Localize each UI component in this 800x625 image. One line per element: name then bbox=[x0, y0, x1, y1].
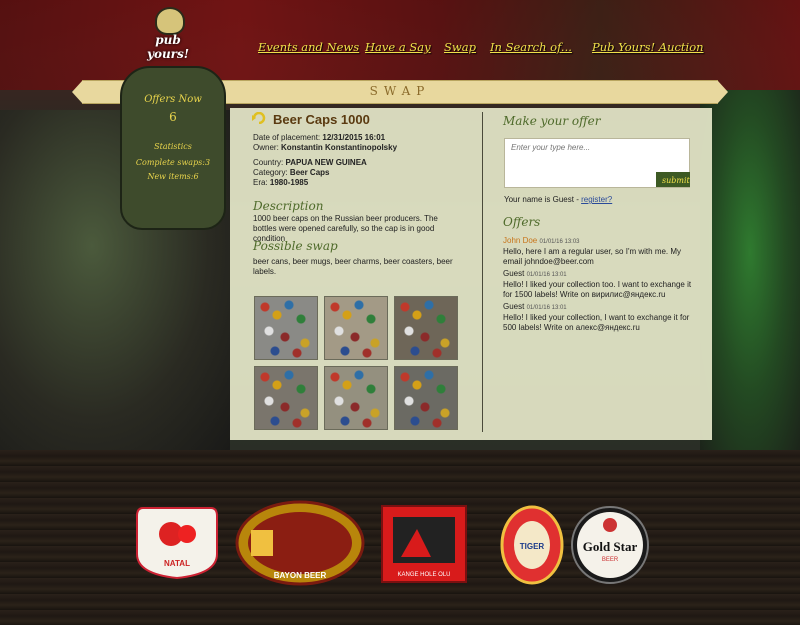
submit-button[interactable]: submit bbox=[656, 172, 690, 187]
era-value: 1980-1985 bbox=[269, 178, 309, 187]
offer-item: Guest 01/01/16 13:01 Hello! I liked your… bbox=[503, 302, 699, 333]
logo-text: pub yours! bbox=[146, 33, 190, 61]
natal-badge[interactable]: NATAL bbox=[135, 504, 219, 580]
complete-swaps: Complete swaps:3 bbox=[135, 158, 211, 167]
goldstar-text: Gold Star bbox=[583, 539, 638, 554]
era-line: Era: 1980-1985 bbox=[253, 178, 308, 188]
owner-value: Konstantin Konstantinopolsky bbox=[281, 143, 398, 152]
bayon-text: BAYON BEER bbox=[274, 571, 327, 580]
owner-line: Owner: Konstantin Konstantinopolsky bbox=[253, 143, 397, 153]
nav-swap[interactable]: Swap bbox=[444, 40, 476, 54]
statistics-label: Statistics bbox=[154, 142, 192, 151]
panel-divider bbox=[482, 112, 483, 432]
site-logo[interactable]: pub yours! bbox=[135, 5, 201, 61]
date-label: Date of placement: bbox=[253, 133, 321, 142]
stats-box: Offers Now 6 Statistics Complete swaps:3… bbox=[120, 66, 226, 230]
guest-line: Your name is Guest - register? bbox=[504, 195, 612, 205]
category-label: Category: bbox=[253, 168, 288, 177]
offer-author: John Doe bbox=[503, 236, 538, 245]
beer-mug-icon bbox=[155, 7, 185, 35]
register-link[interactable]: register? bbox=[581, 195, 612, 204]
offer-text: Hello! I liked your collection, I want t… bbox=[503, 313, 690, 332]
item-title: Beer Caps 1000 bbox=[273, 112, 370, 127]
country-value: PAPUA NEW GUINEA bbox=[285, 158, 367, 167]
nav-have-a-say[interactable]: Have a Say bbox=[365, 40, 431, 54]
offer-item: Guest 01/01/16 13:01 Hello! I liked your… bbox=[503, 269, 699, 300]
crowd-right bbox=[700, 90, 800, 450]
item-photo-thumbnail[interactable] bbox=[324, 366, 388, 430]
category-line: Category: Beer Caps bbox=[253, 168, 330, 178]
nav-in-search-of[interactable]: In Search of... bbox=[490, 40, 572, 54]
description-heading: Description bbox=[253, 199, 324, 213]
tiger-text: TIGER bbox=[520, 542, 545, 551]
guest-text: Your name is Guest - bbox=[504, 195, 579, 204]
kange-badge[interactable]: KANGE HOLE OLU bbox=[381, 505, 467, 583]
offer-time: 01/01/16 13:01 bbox=[526, 305, 567, 311]
date-line: Date of placement: 12/31/2015 16:01 bbox=[253, 133, 385, 143]
country-label: Country: bbox=[253, 158, 284, 167]
item-photo-thumbnail[interactable] bbox=[394, 366, 458, 430]
item-photo-thumbnail[interactable] bbox=[394, 296, 458, 360]
kange-text: KANGE HOLE OLU bbox=[397, 572, 450, 578]
offer-time: 01/01/16 13:03 bbox=[539, 239, 580, 245]
item-photo-thumbnail[interactable] bbox=[254, 366, 318, 430]
offers-heading: Offers bbox=[503, 215, 541, 229]
offers-now-count: 6 bbox=[169, 110, 177, 124]
natal-text: NATAL bbox=[164, 559, 190, 568]
country-line: Country: PAPUA NEW GUINEA bbox=[253, 158, 367, 168]
offer-item: John Doe 01/01/16 13:03 Hello, here I am… bbox=[503, 236, 699, 267]
offer-author: Guest bbox=[503, 302, 525, 311]
date-value: 12/31/2015 16:01 bbox=[322, 133, 386, 142]
new-items: New items:6 bbox=[147, 172, 199, 181]
offer-text: Hello! I liked your collection too. I wa… bbox=[503, 280, 692, 299]
make-offer-heading: Make your offer bbox=[503, 114, 601, 128]
owner-label: Owner: bbox=[253, 143, 279, 152]
possible-swap-text: beer cans, beer mugs, beer charms, beer … bbox=[253, 257, 453, 276]
offer-text: Hello, here I am a regular user, so I'm … bbox=[503, 247, 682, 266]
nav-auction[interactable]: Pub Yours! Auction bbox=[592, 40, 704, 54]
bayon-badge[interactable]: BAYON BEER bbox=[235, 500, 365, 586]
offer-author: Guest bbox=[503, 269, 525, 278]
goldstar-sub: BEER bbox=[602, 557, 619, 563]
goldstar-badge[interactable]: Gold Star BEER bbox=[570, 505, 650, 585]
offer-time: 01/01/16 13:01 bbox=[526, 272, 567, 278]
possible-swap-heading: Possible swap bbox=[253, 239, 338, 253]
item-photo-thumbnail[interactable] bbox=[324, 296, 388, 360]
nav-events-and-news[interactable]: Events and News bbox=[258, 40, 359, 54]
back-arrow-icon[interactable] bbox=[252, 112, 266, 124]
era-label: Era: bbox=[253, 178, 268, 187]
item-photo-thumbnail[interactable] bbox=[254, 296, 318, 360]
offers-now-label: Offers Now bbox=[144, 94, 202, 105]
category-value: Beer Caps bbox=[289, 168, 330, 177]
tiger-badge[interactable]: TIGER bbox=[500, 505, 564, 585]
